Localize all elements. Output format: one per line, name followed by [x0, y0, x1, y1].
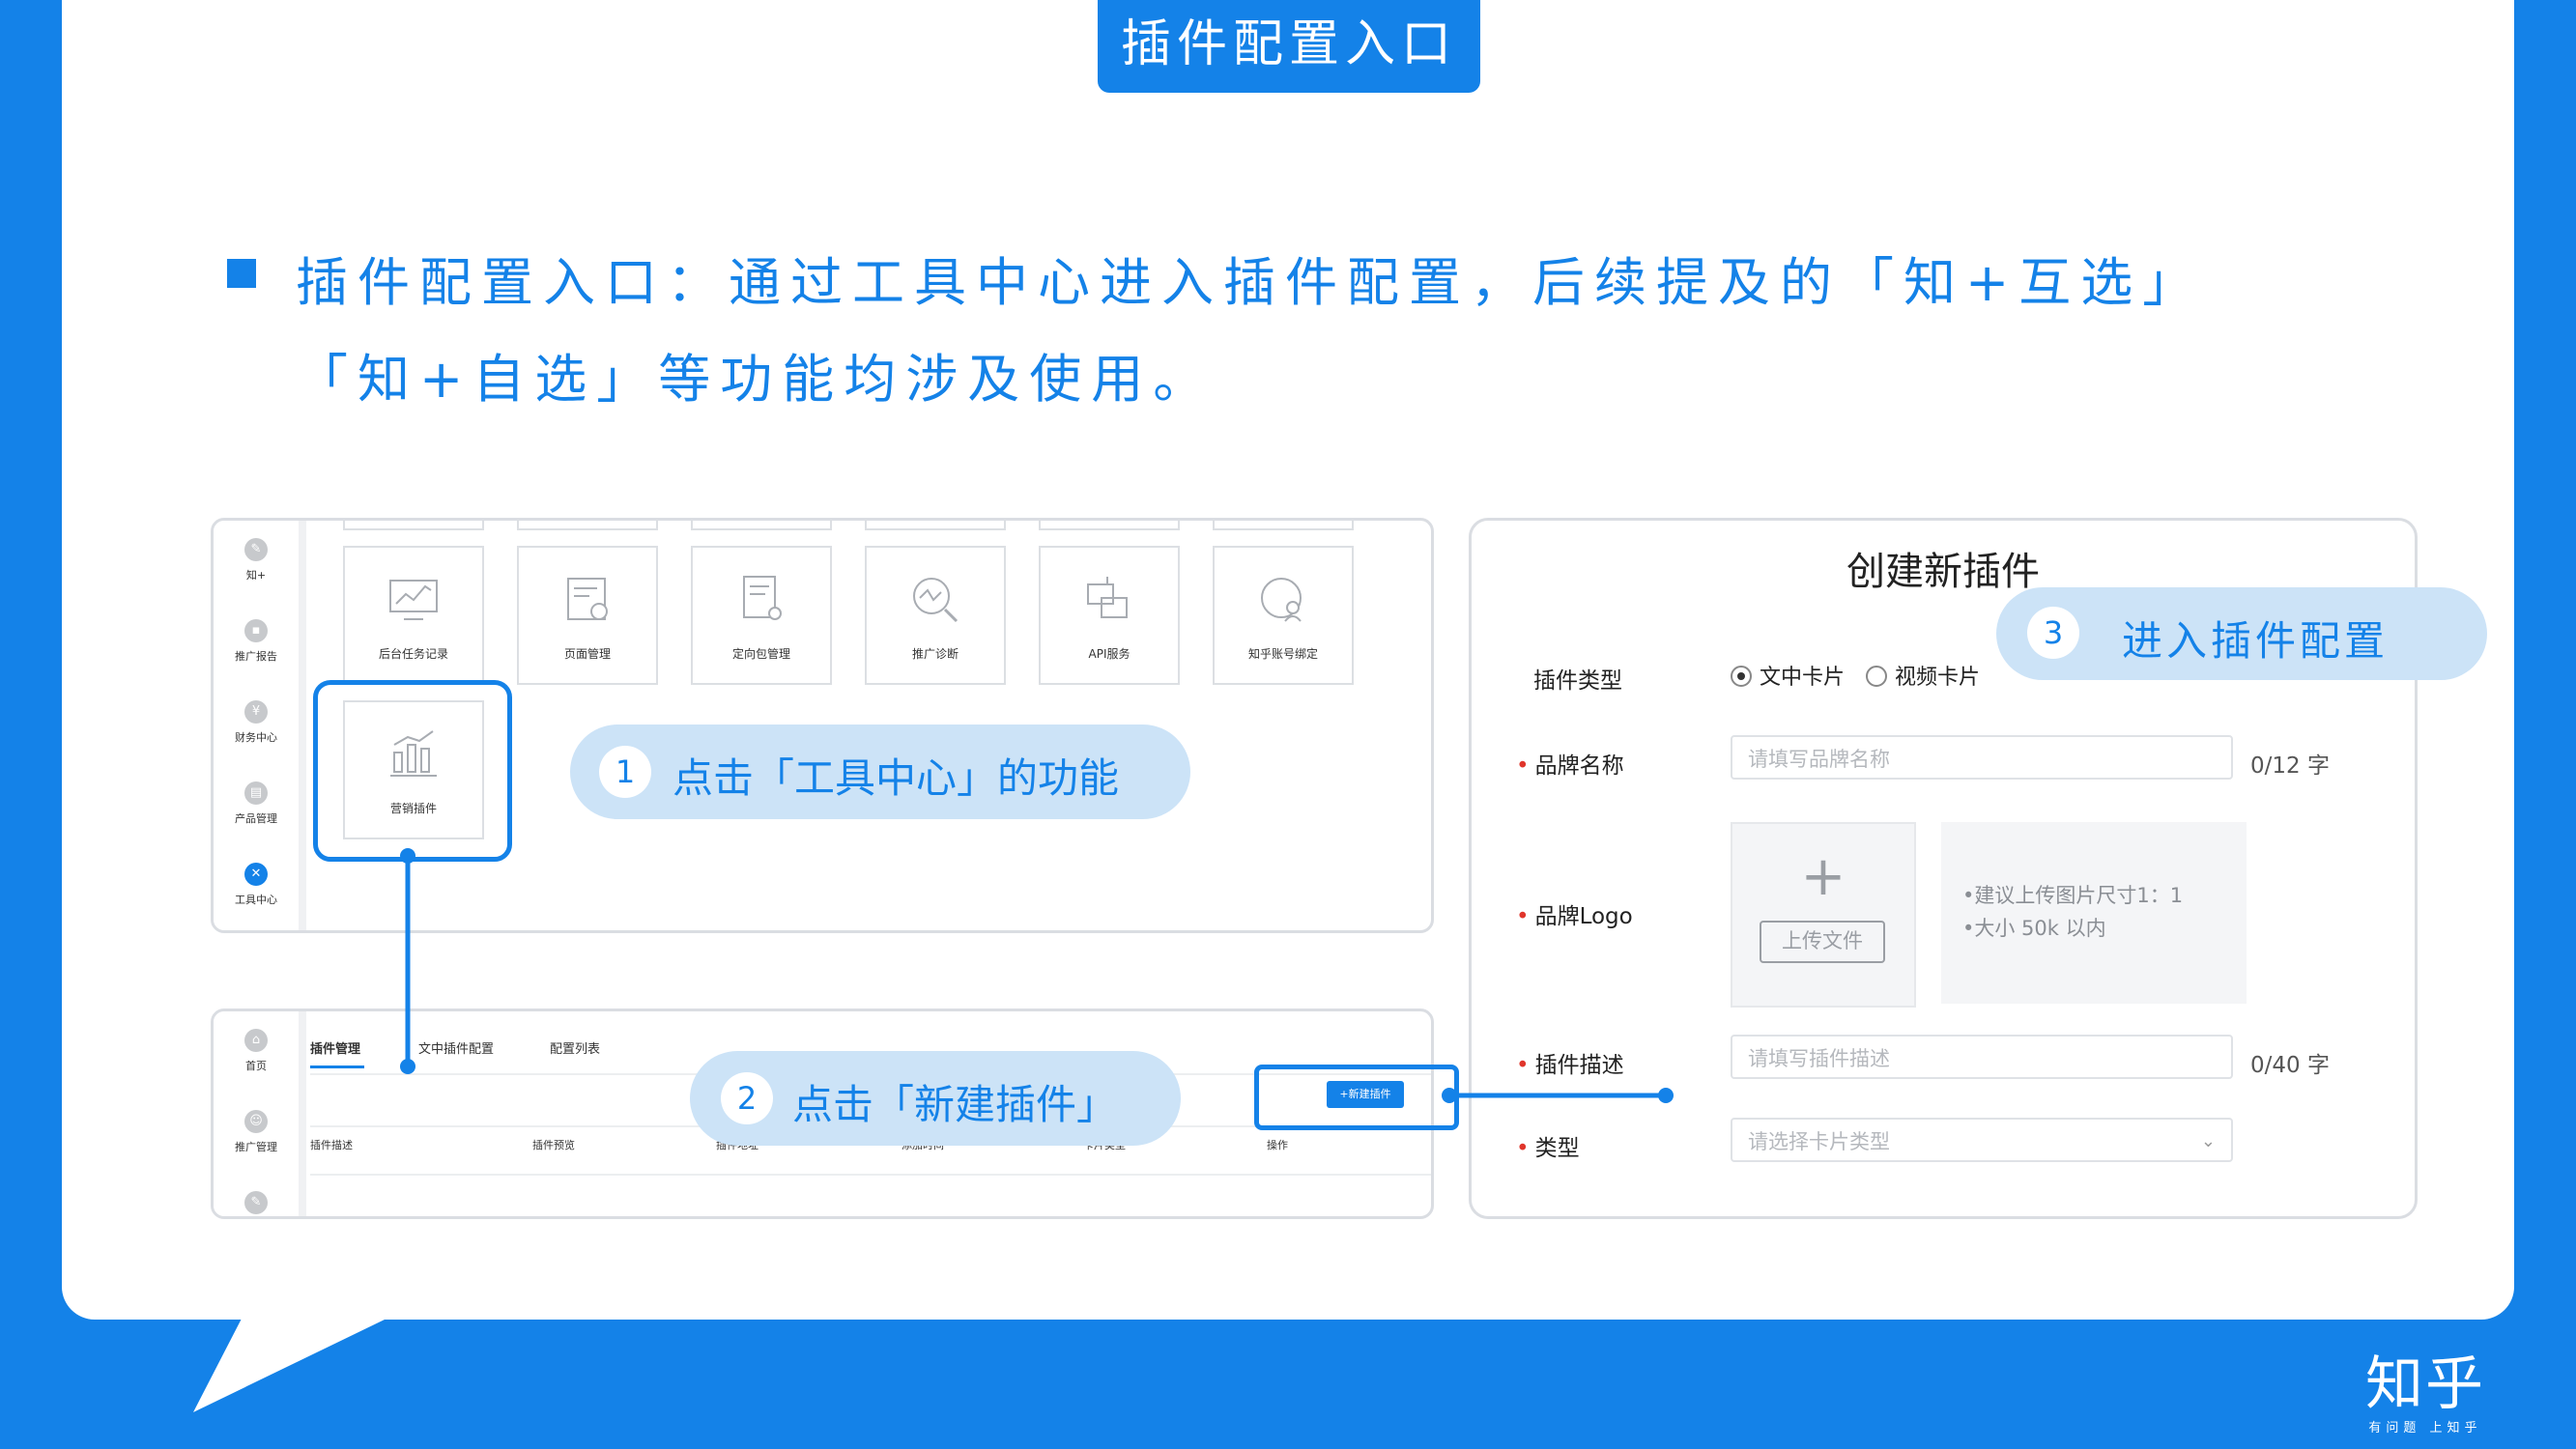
sidebar-item-promo[interactable]: ☺ 推广管理 [214, 1110, 299, 1154]
logo-tips: •建议上传图片尺寸1：1 •大小 50k 以内 [1941, 822, 2247, 1004]
intro-line-2: 「知+自选」等功能均涉及使用。 [296, 349, 1216, 410]
step-3-text: 进入插件配置 [2122, 617, 2390, 665]
tab-config-list[interactable]: 配置列表 [550, 1038, 600, 1057]
kind-label: • 类型 [1516, 1136, 1580, 1161]
report-icon: ▪ [244, 619, 268, 642]
more-icon: ✎ [244, 1191, 268, 1214]
page-manage-icon [567, 578, 608, 620]
api-icon [1087, 577, 1128, 618]
card-type-select[interactable]: 请选择卡片类型 ⌄ [1731, 1118, 2233, 1162]
zhihu-logo: 知乎 有问题 上知乎 [2365, 1350, 2485, 1435]
step-3-callout: 3 进入插件配置 [1996, 587, 2487, 680]
diagnose-icon [913, 578, 959, 623]
account-bind-icon [1261, 578, 1302, 622]
brand-char-count: 0/12 字 [2250, 753, 2330, 779]
tab-inline-plugin-config[interactable]: 文中插件配置 [418, 1038, 494, 1057]
tile-package[interactable]: 定向包管理 [691, 546, 832, 685]
step-1-text: 点击「工具中心」的功能 [673, 754, 1120, 802]
finance-icon: ¥ [244, 700, 268, 724]
highlight-marketing-plugin [313, 680, 512, 862]
sidebar: ⌂ 首页 ☺ 推广管理 ✎ [214, 1011, 306, 1216]
plugin-desc-input[interactable]: 请填写插件描述 [1731, 1035, 2233, 1079]
sidebar-item-product[interactable]: ▤ 产品管理 [214, 781, 299, 826]
type-label: 插件类型 [1533, 668, 1622, 694]
task-record-icon [389, 580, 438, 620]
step-3-number: 3 [2027, 607, 2079, 659]
step-1-callout: 1 点击「工具中心」的功能 [570, 724, 1190, 819]
col-plugin-desc: 插件描述 [310, 1139, 353, 1151]
sidebar-item-zhiplus[interactable]: ✎ 知+ [214, 538, 299, 582]
tab-underline [310, 1065, 364, 1068]
radio-unchecked-icon [1866, 666, 1887, 687]
col-action: 操作 [1267, 1139, 1288, 1151]
sidebar-item-home[interactable]: ⌂ 首页 [214, 1029, 299, 1073]
logo-label: • 品牌Logo [1516, 904, 1633, 929]
highlight-new-plugin-button [1254, 1065, 1459, 1130]
chevron-down-icon: ⌄ [2200, 1131, 2216, 1151]
step-2-text: 点击「新建插件」 [792, 1081, 1118, 1128]
brand-label: • 品牌名称 [1516, 753, 1624, 779]
promo-manage-icon: ☺ [244, 1110, 268, 1133]
sidebar-item-tools[interactable]: ✕ 工具中心 [214, 863, 299, 907]
desc-label: • 插件描述 [1516, 1053, 1624, 1078]
radio-video-card[interactable]: 视频卡片 [1866, 660, 1980, 691]
step-2-callout: 2 点击「新建插件」 [690, 1051, 1181, 1146]
tile-api[interactable]: API服务 [1039, 546, 1180, 685]
sidebar-item-finance[interactable]: ¥ 财务中心 [214, 700, 299, 745]
sidebar: ✎ 知+ ▪ 推广报告 ¥ 财务中心 ▤ 产品管理 ✕ 工具中心 [214, 521, 306, 930]
home-icon: ⌂ [244, 1029, 268, 1052]
tile-task-record[interactable]: 后台任务记录 [343, 546, 484, 685]
radio-inline-card[interactable]: 文中卡片 [1731, 660, 1845, 691]
desc-char-count: 0/40 字 [2250, 1053, 2330, 1078]
tab-plugin-manage[interactable]: 插件管理 [310, 1038, 360, 1057]
tile-page-manage[interactable]: 页面管理 [517, 546, 658, 685]
sidebar-item-report[interactable]: ▪ 推广报告 [214, 619, 299, 664]
tools-icon: ✕ [244, 863, 268, 886]
brand-name-input[interactable]: 请填写品牌名称 [1731, 735, 2233, 780]
upload-file-button[interactable]: 上传文件 [1760, 921, 1885, 963]
product-icon: ▤ [244, 781, 268, 805]
col-plugin-preview: 插件预览 [532, 1139, 575, 1151]
intro-line-1: 插件配置入口：通过工具中心进入插件配置，后续提及的「知+互选」 [296, 252, 2205, 313]
zhiplus-icon: ✎ [244, 538, 268, 561]
logo-upload-area[interactable]: + 上传文件 [1731, 822, 1916, 1008]
package-icon [743, 576, 782, 620]
step-2-number: 2 [721, 1072, 773, 1124]
bullet-square [227, 259, 256, 288]
tile-account-bind[interactable]: 知乎账号绑定 [1213, 546, 1354, 685]
step-1-number: 1 [599, 746, 651, 798]
radio-checked-icon [1731, 666, 1752, 687]
plus-icon: + [1800, 845, 1846, 908]
tile-diagnose[interactable]: 推广诊断 [865, 546, 1006, 685]
page-title: 插件配置入口 [1098, 0, 1480, 93]
